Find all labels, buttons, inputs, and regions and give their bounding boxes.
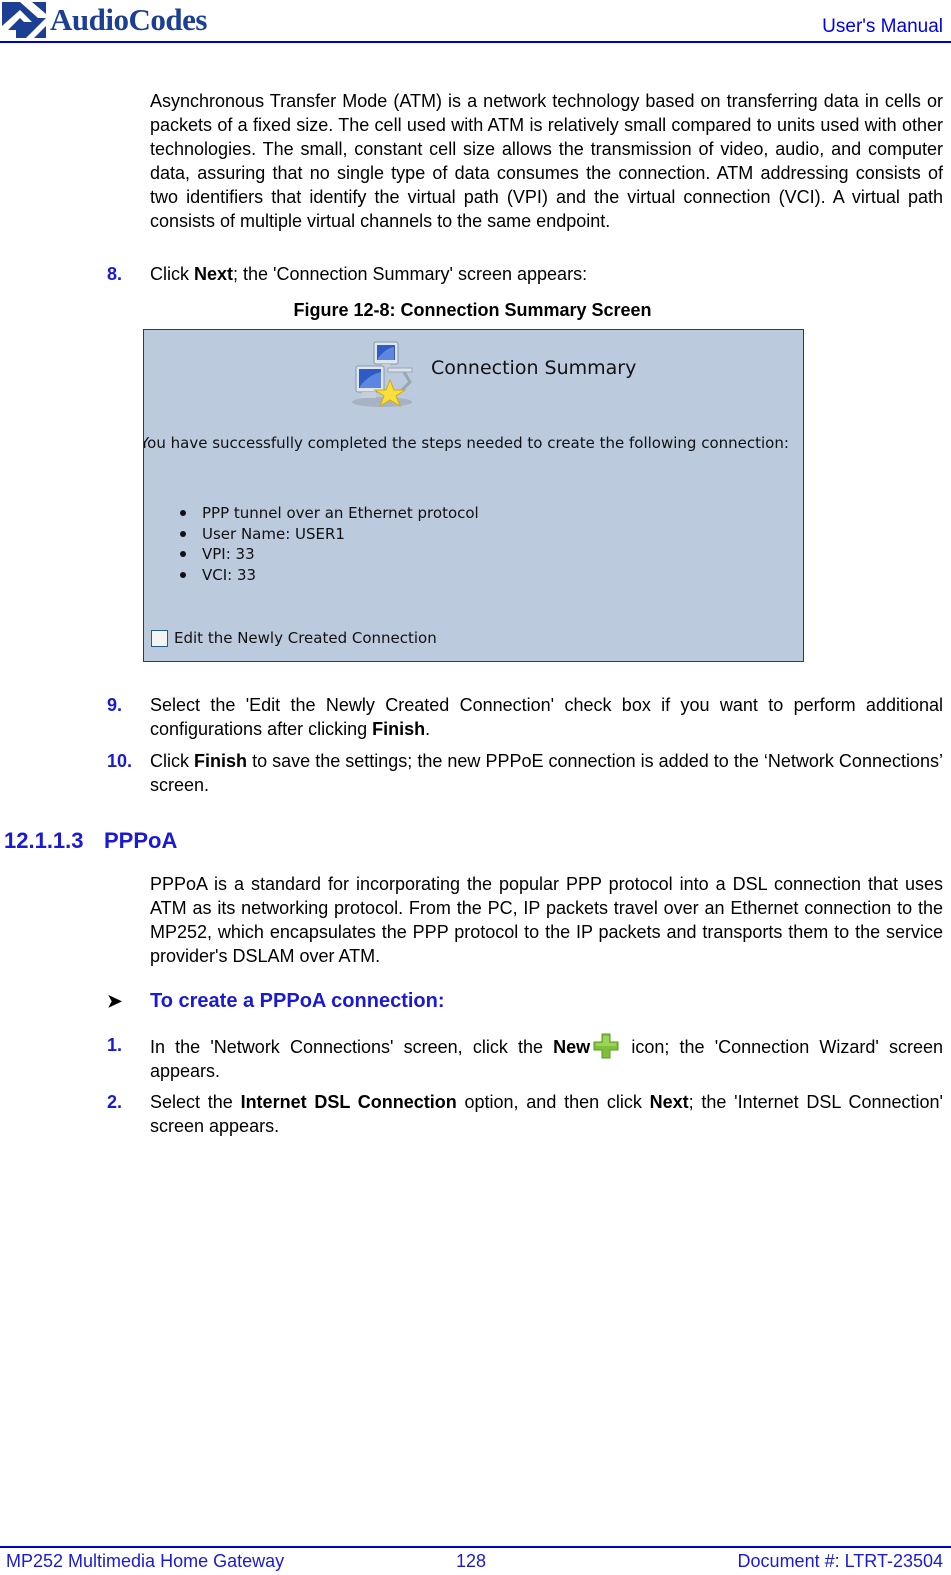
- procedure-heading: ➤ To create a PPPoA connection:: [107, 990, 445, 1013]
- audiocodes-logo-icon: [2, 2, 46, 38]
- step-number: 1.: [107, 1035, 123, 1055]
- list-item: VPI: 33: [178, 544, 479, 565]
- success-message: You have successfully completed the step…: [143, 434, 789, 452]
- step-text: Click Next; the 'Connection Summary' scr…: [150, 264, 588, 284]
- header-divider: [0, 41, 951, 43]
- edit-connection-label: Edit the Newly Created Connection: [174, 629, 437, 647]
- manual-label: User's Manual: [822, 16, 943, 37]
- step-text: In the 'Network Connections' screen, cli…: [150, 1033, 943, 1083]
- footer-divider: [0, 1546, 951, 1548]
- section-heading: 12.1.1.3 PPPoA: [4, 828, 177, 854]
- connection-details-list: PPP tunnel over an Ethernet protocol Use…: [178, 503, 479, 585]
- step-text: Click Finish to save the settings; the n…: [150, 751, 943, 795]
- page-header: AudioCodes User's Manual: [0, 0, 951, 44]
- footer-page-number: 128: [456, 1551, 487, 1571]
- figure-caption: Figure 12-8: Connection Summary Screen: [293, 300, 652, 320]
- step-number: 8.: [107, 264, 123, 284]
- edit-connection-checkbox[interactable]: [151, 629, 168, 647]
- step-number: 2.: [107, 1092, 123, 1112]
- connection-summary-screenshot: Connection Summary You have successfully…: [143, 329, 804, 662]
- footer-product: MP252 Multimedia Home Gateway: [6, 1551, 285, 1571]
- atm-paragraph: Asynchronous Transfer Mode (ATM) is a ne…: [150, 91, 943, 231]
- section-title: PPPoA: [104, 828, 178, 853]
- new-plus-icon: [593, 1033, 619, 1059]
- list-item: PPP tunnel over an Ethernet protocol: [178, 503, 479, 524]
- pppoa-paragraph: PPPoA is a standard for incorporating th…: [150, 874, 943, 966]
- procedure-title: To create a PPPoA connection:: [150, 990, 445, 1012]
- footer-document-number: Document #: LTRT-23504: [737, 1551, 943, 1571]
- arrow-bullet-icon: ➤: [107, 991, 123, 1011]
- screen-title: Connection Summary: [431, 357, 637, 379]
- step-number: 9.: [107, 695, 123, 715]
- list-item: VCI: 33: [178, 565, 479, 586]
- step-number: 10.: [107, 751, 133, 771]
- logo-text: AudioCodes: [50, 2, 207, 37]
- network-computers-icon: [352, 341, 413, 408]
- section-number: 12.1.1.3: [4, 828, 84, 853]
- edit-connection-option[interactable]: Edit the Newly Created Connection: [151, 629, 437, 647]
- audiocodes-logo: AudioCodes: [2, 2, 207, 38]
- step-text: Select the Internet DSL Connection optio…: [150, 1092, 943, 1136]
- step-text: Select the 'Edit the Newly Created Conne…: [150, 695, 943, 739]
- list-item: User Name: USER1: [178, 524, 479, 545]
